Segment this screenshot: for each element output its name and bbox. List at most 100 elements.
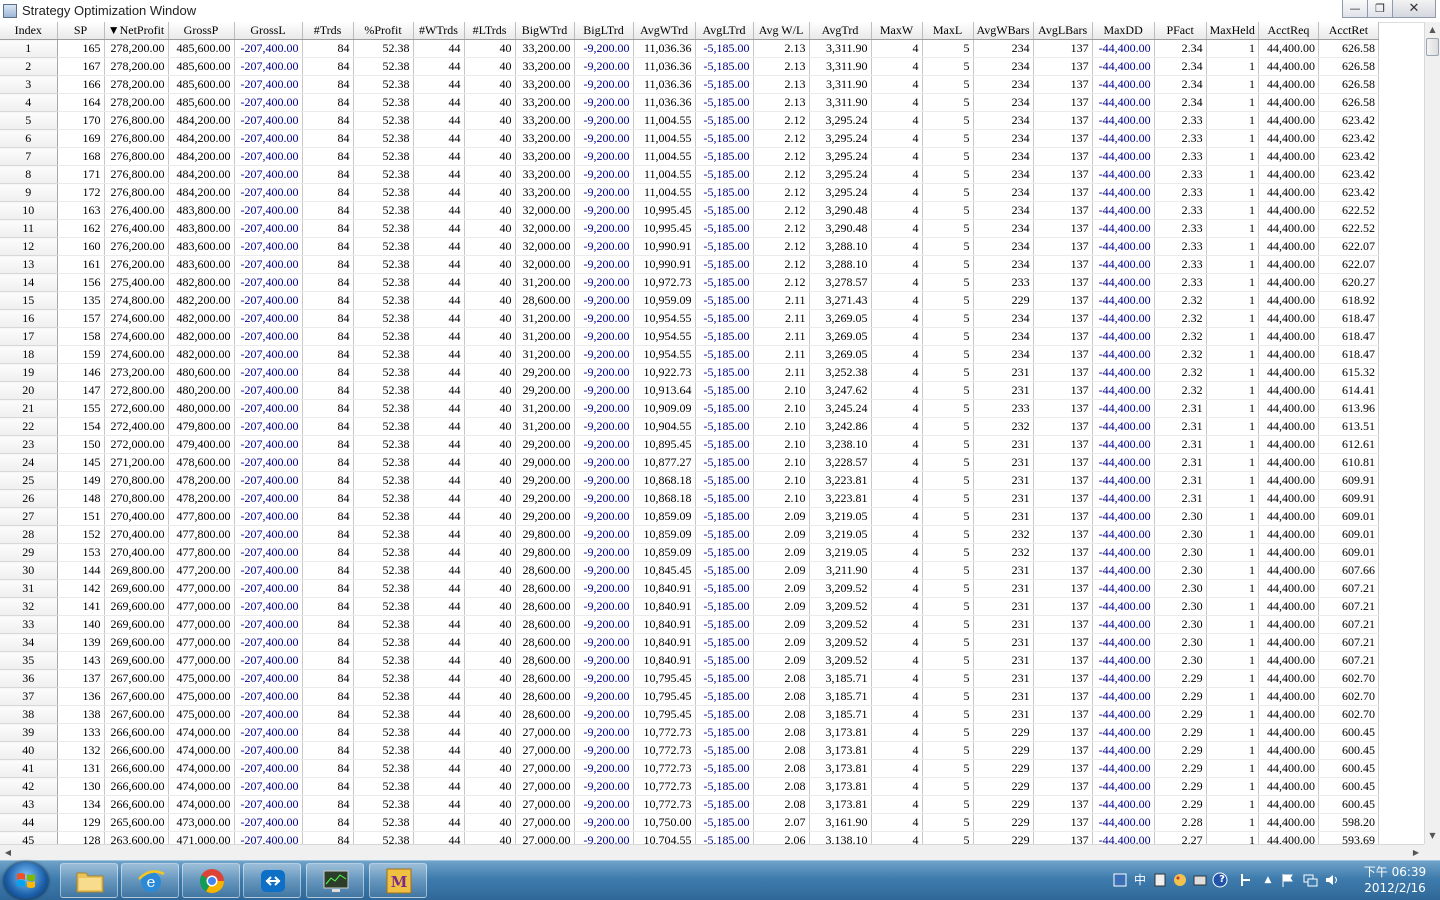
row-index-cell[interactable]: 22	[0, 417, 58, 436]
column-header-netprofit[interactable]: ▼NetProfit	[104, 22, 169, 40]
row-index-cell[interactable]: 39	[0, 723, 58, 742]
file-explorer-taskbar-button[interactable]	[60, 863, 118, 898]
table-row[interactable]: 36 137 267,600.00 475,000.00 -207,400.00 84 52…	[0, 669, 1379, 688]
table-row[interactable]: 39 133 266,600.00 474,000.00 -207,400.00 84 52…	[0, 723, 1379, 742]
table-row[interactable]: 44 129 265,600.00 473,000.00 -207,400.00 84 52…	[0, 813, 1379, 832]
table-row[interactable]: 7 168 276,800.00 484,200.00 -207,400.00 84 52.…	[0, 147, 1379, 166]
show-hidden-icons-chevron-icon[interactable]: ▲	[1260, 872, 1276, 888]
network-icon[interactable]	[1302, 872, 1318, 888]
table-row[interactable]: 34 139 269,600.00 477,000.00 -207,400.00 84 52…	[0, 633, 1379, 652]
multicharts-taskbar-button[interactable]: M	[369, 863, 427, 898]
column-header-grossp[interactable]: GrossP	[168, 22, 235, 40]
row-index-cell[interactable]: 10	[0, 201, 58, 220]
table-row[interactable]: 25 149 270,800.00 478,200.00 -207,400.00 84 52…	[0, 471, 1379, 490]
table-row[interactable]: 10 163 276,400.00 483,800.00 -207,400.00 84 52…	[0, 201, 1379, 220]
table-row[interactable]: 4 164 278,200.00 485,600.00 -207,400.00 84 52.…	[0, 93, 1379, 112]
column-header-avgltrd[interactable]: AvgLTrd	[695, 22, 754, 40]
row-index-cell[interactable]: 31	[0, 579, 58, 598]
column-header-avgwbars[interactable]: AvgWBars	[973, 22, 1034, 40]
row-index-cell[interactable]: 41	[0, 759, 58, 778]
table-row[interactable]: 2 167 278,200.00 485,600.00 -207,400.00 84 52.…	[0, 57, 1379, 76]
row-index-cell[interactable]: 32	[0, 597, 58, 616]
row-index-cell[interactable]: 1	[0, 39, 58, 58]
table-row[interactable]: 9 172 276,800.00 484,200.00 -207,400.00 84 52.…	[0, 183, 1379, 202]
row-index-cell[interactable]: 20	[0, 381, 58, 400]
column-header-num-trds[interactable]: #Trds	[302, 22, 354, 40]
row-index-cell[interactable]: 35	[0, 651, 58, 670]
row-index-cell[interactable]: 34	[0, 633, 58, 652]
keyboard-icon[interactable]	[1152, 872, 1168, 888]
table-row[interactable]: 31 142 269,600.00 477,000.00 -207,400.00 84 52…	[0, 579, 1379, 598]
column-header-maxw[interactable]: MaxW	[871, 22, 923, 40]
scroll-down-arrow-icon[interactable]: ▼	[1425, 828, 1440, 844]
table-row[interactable]: 23 150 272,000.00 479,400.00 -207,400.00 84 52…	[0, 435, 1379, 454]
start-button[interactable]	[4, 862, 48, 899]
tray-tool-icon[interactable]	[1238, 872, 1254, 888]
row-index-cell[interactable]: 13	[0, 255, 58, 274]
table-row[interactable]: 21 155 272,600.00 480,000.00 -207,400.00 84 52…	[0, 399, 1379, 418]
table-row[interactable]: 45 128 263,600.00 471,000.00 -207,400.00 84 52…	[0, 831, 1379, 844]
column-header-maxl[interactable]: MaxL	[922, 22, 974, 40]
chinese-ime-indicator[interactable]: 中	[1132, 872, 1148, 888]
column-header-bigltrd[interactable]: BigLTrd	[574, 22, 634, 40]
table-row[interactable]: 41 131 266,600.00 474,000.00 -207,400.00 84 52…	[0, 759, 1379, 778]
table-row[interactable]: 3 166 278,200.00 485,600.00 -207,400.00 84 52.…	[0, 75, 1379, 94]
column-header-pct-profit[interactable]: %Profit	[353, 22, 414, 40]
action-center-flag-icon[interactable]	[1280, 872, 1296, 888]
table-row[interactable]: 40 132 266,600.00 474,000.00 -207,400.00 84 52…	[0, 741, 1379, 760]
row-index-cell[interactable]: 43	[0, 795, 58, 814]
scroll-right-arrow-icon[interactable]: ▶	[1408, 845, 1424, 860]
row-index-cell[interactable]: 8	[0, 165, 58, 184]
row-index-cell[interactable]: 7	[0, 147, 58, 166]
table-row[interactable]: 6 169 276,800.00 484,200.00 -207,400.00 84 52.…	[0, 129, 1379, 148]
row-index-cell[interactable]: 19	[0, 363, 58, 382]
row-index-cell[interactable]: 40	[0, 741, 58, 760]
vertical-scrollbar[interactable]: ▲ ▼	[1424, 22, 1440, 844]
table-row[interactable]: 18 159 274,600.00 482,000.00 -207,400.00 84 52…	[0, 345, 1379, 364]
column-header-avgwtrd[interactable]: AvgWTrd	[633, 22, 696, 40]
row-index-cell[interactable]: 6	[0, 129, 58, 148]
column-header-avg-w-l[interactable]: Avg W/L	[753, 22, 810, 40]
column-header-avglbars[interactable]: AvgLBars	[1033, 22, 1093, 40]
column-header-acctret[interactable]: AcctRet	[1318, 22, 1379, 40]
row-index-cell[interactable]: 15	[0, 291, 58, 310]
column-header-pfact[interactable]: PFact	[1154, 22, 1207, 40]
chrome-taskbar-button[interactable]	[182, 863, 240, 898]
row-index-cell[interactable]: 14	[0, 273, 58, 292]
teamviewer-taskbar-button[interactable]	[243, 863, 301, 898]
scroll-up-arrow-icon[interactable]: ▲	[1425, 22, 1440, 38]
row-index-cell[interactable]: 42	[0, 777, 58, 796]
row-index-cell[interactable]: 2	[0, 57, 58, 76]
table-row[interactable]: 29 153 270,400.00 477,800.00 -207,400.00 84 52…	[0, 543, 1379, 562]
table-row[interactable]: 33 140 269,600.00 477,000.00 -207,400.00 84 52…	[0, 615, 1379, 634]
table-row[interactable]: 22 154 272,400.00 479,800.00 -207,400.00 84 52…	[0, 417, 1379, 436]
minimize-button[interactable]: —	[1342, 0, 1368, 18]
table-row[interactable]: 16 157 274,600.00 482,000.00 -207,400.00 84 52…	[0, 309, 1379, 328]
table-row[interactable]: 15 135 274,800.00 482,200.00 -207,400.00 84 52…	[0, 291, 1379, 310]
clock[interactable]: 下午 06:39 2012/2/16	[1360, 864, 1430, 896]
column-header-num-ltrds[interactable]: #LTrds	[464, 22, 516, 40]
row-index-cell[interactable]: 18	[0, 345, 58, 364]
table-row[interactable]: 27 151 270,400.00 477,800.00 -207,400.00 84 52…	[0, 507, 1379, 526]
table-row[interactable]: 26 148 270,800.00 478,200.00 -207,400.00 84 52…	[0, 489, 1379, 508]
trading-terminal-taskbar-button[interactable]	[306, 863, 364, 898]
scroll-left-arrow-icon[interactable]: ◀	[0, 845, 16, 860]
table-row[interactable]: 11 162 276,400.00 483,800.00 -207,400.00 84 52…	[0, 219, 1379, 238]
row-index-cell[interactable]: 33	[0, 615, 58, 634]
row-index-cell[interactable]: 12	[0, 237, 58, 256]
row-index-cell[interactable]: 24	[0, 453, 58, 472]
row-index-cell[interactable]: 28	[0, 525, 58, 544]
table-row[interactable]: 1 165 278,200.00 485,600.00 -207,400.00 84 52.…	[0, 39, 1379, 58]
row-index-cell[interactable]: 26	[0, 489, 58, 508]
row-index-cell[interactable]: 5	[0, 111, 58, 130]
column-header-acctreq[interactable]: AcctReq	[1258, 22, 1319, 40]
row-index-cell[interactable]: 11	[0, 219, 58, 238]
row-index-cell[interactable]: 30	[0, 561, 58, 580]
table-row[interactable]: 5 170 276,800.00 484,200.00 -207,400.00 84 52.…	[0, 111, 1379, 130]
table-row[interactable]: 19 146 273,200.00 480,600.00 -207,400.00 84 52…	[0, 363, 1379, 382]
column-header-maxheld[interactable]: MaxHeld	[1206, 22, 1259, 40]
row-index-cell[interactable]: 29	[0, 543, 58, 562]
row-index-cell[interactable]: 38	[0, 705, 58, 724]
close-button[interactable]: ✕	[1392, 0, 1436, 18]
table-row[interactable]: 14 156 275,400.00 482,800.00 -207,400.00 84 52…	[0, 273, 1379, 292]
